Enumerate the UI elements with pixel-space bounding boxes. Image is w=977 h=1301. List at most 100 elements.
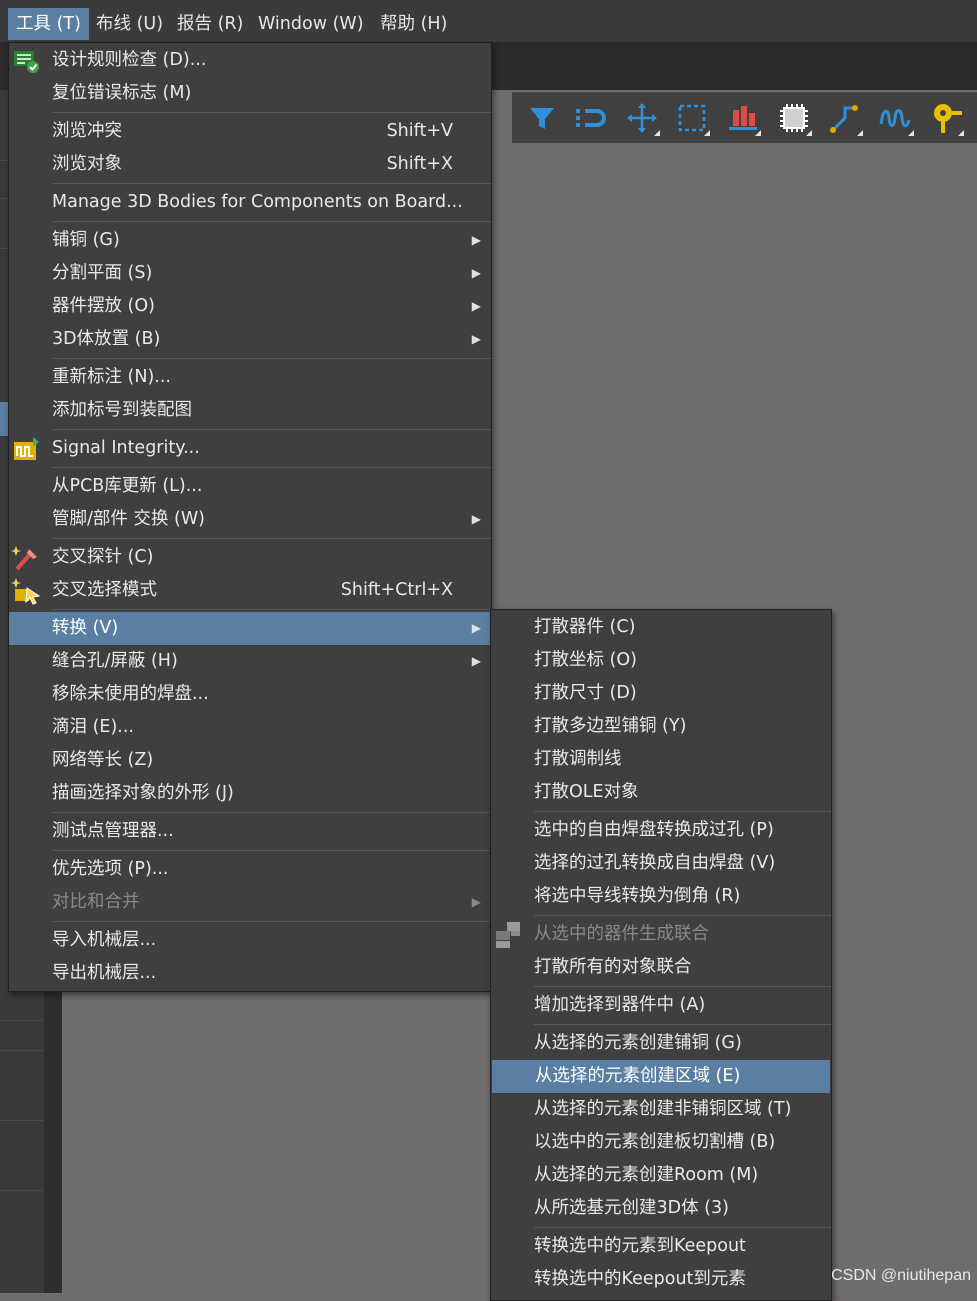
- cross-probe-icon: [11, 543, 41, 573]
- menu-item-testpoint-manager[interactable]: 测试点管理器...: [9, 815, 491, 848]
- menu-item-via-stitching-shielding[interactable]: 缝合孔/屏蔽 (H) ▶: [9, 645, 491, 678]
- menu-item-label: 打散多边型铺铜 (Y): [534, 716, 687, 736]
- menu-item-label: 测试点管理器...: [52, 821, 174, 841]
- menu-help[interactable]: 帮助 (H): [372, 8, 455, 40]
- left-panel-selection-marker: [0, 402, 8, 436]
- menu-route[interactable]: 布线 (U): [88, 8, 171, 40]
- menu-item-3d-body-placement[interactable]: 3D体放置 (B) ▶: [9, 323, 491, 356]
- submenu-item-explode-ole[interactable]: 打散OLE对象: [491, 776, 831, 809]
- submenu-arrow-icon: ▶: [471, 299, 481, 313]
- menu-item-label: 缝合孔/屏蔽 (H): [52, 651, 178, 671]
- menu-separator: [52, 221, 491, 222]
- menu-item-component-placement[interactable]: 器件摆放 (O) ▶: [9, 290, 491, 323]
- menu-item-label: 选择的过孔转换成自由焊盘 (V): [534, 853, 776, 873]
- panel-divider: [0, 1050, 44, 1051]
- select-rect-icon[interactable]: [672, 98, 712, 138]
- submenu-arrow-icon: ▶: [471, 512, 481, 526]
- menu-item-label: Manage 3D Bodies for Components on Board…: [52, 192, 463, 212]
- menu-item-label: 将选中导线转换为倒角 (R): [534, 886, 741, 906]
- menu-item-label: 重新标注 (N)...: [52, 367, 171, 387]
- menu-item-cross-probe[interactable]: 交叉探针 (C): [9, 541, 491, 574]
- menu-item-signal-integrity[interactable]: Signal Integrity...: [9, 432, 491, 465]
- menu-item-label: Signal Integrity...: [52, 438, 200, 458]
- submenu-arrow-icon: ▶: [471, 266, 481, 280]
- menu-separator: [52, 467, 491, 468]
- menu-item-add-designators-to-assembly[interactable]: 添加标号到装配图: [9, 394, 491, 427]
- menu-item-remove-unused-pads[interactable]: 移除未使用的焊盘...: [9, 678, 491, 711]
- menu-separator: [534, 811, 831, 812]
- submenu-item-vias-to-pads[interactable]: 选择的过孔转换成自由焊盘 (V): [491, 847, 831, 880]
- menu-item-update-from-pcb-libraries[interactable]: 从PCB库更新 (L)...: [9, 470, 491, 503]
- menu-item-label: 打散尺寸 (D): [534, 683, 637, 703]
- menu-item-label: 从选择的元素创建Room (M): [534, 1165, 759, 1185]
- menu-item-cross-select-mode[interactable]: 交叉选择模式 Shift+Ctrl+X: [9, 574, 491, 607]
- menu-item-re-annotate[interactable]: 重新标注 (N)...: [9, 361, 491, 394]
- submenu-item-explode-component[interactable]: 打散器件 (C): [491, 611, 831, 644]
- menu-item-split-planes[interactable]: 分割平面 (S) ▶: [9, 257, 491, 290]
- filter-icon[interactable]: [522, 98, 562, 138]
- submenu-item-explode-dimension[interactable]: 打散尺寸 (D): [491, 677, 831, 710]
- menu-item-shortcut: Shift+Ctrl+X: [340, 580, 453, 600]
- submenu-item-3d-body-from-primitives[interactable]: 从所选基元创建3D体 (3): [491, 1192, 831, 1225]
- submenu-item-polygon-from-primitives[interactable]: 从选择的元素创建铺铜 (G): [491, 1027, 831, 1060]
- menu-item-label: 从选择的元素创建区域 (E): [535, 1066, 741, 1086]
- drc-icon: [11, 46, 41, 76]
- menu-item-convert[interactable]: 转换 (V) ▶: [9, 612, 491, 645]
- submenu-item-primitives-to-keepout[interactable]: 转换选中的元素到Keepout: [491, 1230, 831, 1263]
- route-icon[interactable]: [571, 98, 611, 138]
- menu-item-import-mechanical-layers[interactable]: 导入机械层...: [9, 924, 491, 957]
- watermark-text: CSDN @niutihepan: [831, 1267, 971, 1284]
- submenu-arrow-icon: ▶: [471, 621, 481, 635]
- menu-separator: [52, 812, 491, 813]
- menu-item-browse-conflicts[interactable]: 浏览冲突 Shift+V: [9, 115, 491, 148]
- submenu-item-tracks-to-chamfer[interactable]: 将选中导线转换为倒角 (R): [491, 880, 831, 913]
- union-icon: [493, 920, 523, 950]
- menu-separator: [52, 609, 491, 610]
- submenu-item-explode-tuning[interactable]: 打散调制线: [491, 743, 831, 776]
- submenu-item-break-all-unions[interactable]: 打散所有的对象联合: [491, 951, 831, 984]
- menu-reports[interactable]: 报告 (R): [169, 8, 251, 40]
- menu-item-label: 打散调制线: [534, 749, 622, 769]
- menu-item-teardrops[interactable]: 滴泪 (E)...: [9, 711, 491, 744]
- submenu-item-room-from-primitives[interactable]: 从选择的元素创建Room (M): [491, 1159, 831, 1192]
- menu-window[interactable]: Window (W): [250, 8, 372, 40]
- menu-item-label: 浏览冲突: [52, 121, 122, 141]
- menu-item-manage-3d-bodies[interactable]: Manage 3D Bodies for Components on Board…: [9, 186, 491, 219]
- menu-item-label: 分割平面 (S): [52, 263, 153, 283]
- align-icon[interactable]: [723, 98, 763, 138]
- menu-separator: [534, 915, 831, 916]
- menu-item-browse-objects[interactable]: 浏览对象 Shift+X: [9, 148, 491, 181]
- menu-item-reset-error-markers[interactable]: 复位错误标志 (M): [9, 77, 491, 110]
- menu-item-polygon-pours[interactable]: 铺铜 (G) ▶: [9, 224, 491, 257]
- menu-separator: [534, 1227, 831, 1228]
- tuning-icon[interactable]: [876, 98, 916, 138]
- menu-item-preferences[interactable]: 优先选项 (P)...: [9, 853, 491, 886]
- menu-item-compare-and-merge: 对比和合并 ▶: [9, 886, 491, 919]
- submenu-item-region-from-primitives[interactable]: 从选择的元素创建区域 (E): [492, 1060, 830, 1093]
- menu-item-pin-part-swapping[interactable]: 管脚/部件 交换 (W) ▶: [9, 503, 491, 536]
- menu-tools[interactable]: 工具 (T): [8, 8, 89, 40]
- menu-separator: [52, 850, 491, 851]
- submenu-item-non-copper-region[interactable]: 从选择的元素创建非铺铜区域 (T): [491, 1093, 831, 1126]
- route-tool-icon[interactable]: [825, 98, 865, 138]
- place-pad-icon[interactable]: [926, 98, 966, 138]
- menu-separator: [52, 538, 491, 539]
- menu-item-design-rule-check[interactable]: 设计规则检查 (D)...: [9, 44, 491, 77]
- submenu-item-explode-coordinate[interactable]: 打散坐标 (O): [491, 644, 831, 677]
- menu-item-net-equalization[interactable]: 网络等长 (Z): [9, 744, 491, 777]
- submenu-item-board-cutout[interactable]: 以选中的元素创建板切割槽 (B): [491, 1126, 831, 1159]
- menu-item-label: 交叉探针 (C): [52, 547, 154, 567]
- submenu-arrow-icon: ▶: [471, 332, 481, 346]
- pcb-toolbar: [512, 92, 977, 143]
- menu-item-export-mechanical-layers[interactable]: 导出机械层...: [9, 957, 491, 990]
- submenu-item-keepout-to-primitives[interactable]: 转换选中的Keepout到元素: [491, 1263, 831, 1296]
- submenu-item-pads-to-vias[interactable]: 选中的自由焊盘转换成过孔 (P): [491, 814, 831, 847]
- submenu-item-add-selection-to-component[interactable]: 增加选择到器件中 (A): [491, 989, 831, 1022]
- component-icon[interactable]: [774, 98, 814, 138]
- move-icon[interactable]: [622, 98, 662, 138]
- submenu-item-explode-polygon[interactable]: 打散多边型铺铜 (Y): [491, 710, 831, 743]
- menu-item-outline-selected-objects[interactable]: 描画选择对象的外形 (J): [9, 777, 491, 810]
- menu-item-label: 描画选择对象的外形 (J): [52, 783, 234, 803]
- menu-separator: [52, 112, 491, 113]
- menu-item-label: 对比和合并: [52, 892, 140, 912]
